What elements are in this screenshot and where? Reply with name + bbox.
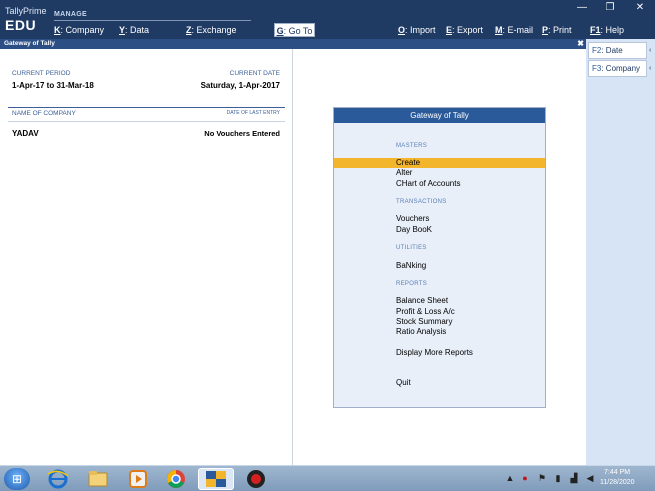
section-utilities: UTILITIES <box>396 245 427 251</box>
company-name-header: NAME OF COMPANY <box>12 110 76 117</box>
gateway-menu-title: Gateway of Tally <box>334 108 545 123</box>
divider <box>8 107 285 108</box>
ie-taskbar-button[interactable] <box>44 468 72 490</box>
menu-item-display-more-reports[interactable]: Display More Reports <box>334 348 545 358</box>
chrome-taskbar-button[interactable] <box>162 468 190 490</box>
section-masters: MASTERS <box>396 143 428 149</box>
menu-item-stock-summary[interactable]: Stock Summary <box>334 317 545 327</box>
clock-time[interactable]: 7:44 PM <box>604 469 630 476</box>
menu-item-alter[interactable]: Alter <box>334 168 545 178</box>
minimize-icon[interactable]: — <box>572 1 592 15</box>
menu-goto[interactable]: G: Go To <box>274 23 315 37</box>
screen-title-bar: Gateway of Tally ✖ <box>0 39 586 49</box>
menu-item-profit-loss[interactable]: Profit & Loss A/c <box>334 307 545 317</box>
show-hidden-icons-icon[interactable]: ▲ <box>505 472 515 484</box>
close-icon[interactable]: ✕ <box>630 1 650 15</box>
product-name: TallyPrime <box>5 6 47 16</box>
tally-icon <box>206 471 226 487</box>
divider <box>8 121 285 122</box>
last-entry-value: No Vouchers Entered <box>204 129 280 138</box>
record-tray-icon[interactable]: ● <box>520 472 530 484</box>
menu-help[interactable]: F1: Help <box>590 25 624 35</box>
menu-company[interactable]: K: Company <box>54 25 104 35</box>
menu-item-chart-of-accounts[interactable]: CHart of Accounts <box>334 179 545 189</box>
app-brand: TallyPrime EDU <box>5 6 49 33</box>
close-screen-icon[interactable]: ✖ <box>577 39 584 49</box>
section-label: MANAGE <box>54 11 87 18</box>
explorer-taskbar-button[interactable] <box>84 468 112 490</box>
clock-date[interactable]: 11/28/2020 <box>600 479 635 486</box>
tally-taskbar-button[interactable] <box>198 468 234 490</box>
folder-icon <box>88 471 108 487</box>
section-reports: REPORTS <box>396 281 427 287</box>
menu-export[interactable]: E: Export <box>446 25 483 35</box>
menu-item-banking[interactable]: BaNking <box>334 261 545 271</box>
recorder-taskbar-button[interactable] <box>242 468 270 490</box>
menu-data[interactable]: Y: Data <box>119 25 149 35</box>
volume-icon[interactable]: ◀ <box>585 472 595 484</box>
divider <box>54 20 251 21</box>
media-player-icon <box>129 470 147 488</box>
date-button[interactable]: F2: Date <box>588 42 647 59</box>
menu-item-balance-sheet[interactable]: Balance Sheet <box>334 296 545 306</box>
gateway-menu: Gateway of Tally MASTERS Create Alter CH… <box>333 107 546 408</box>
company-info-panel: CURRENT PERIOD 1-Apr-17 to 31-Mar-18 CUR… <box>0 49 293 465</box>
last-entry-header: DATE OF LAST ENTRY <box>226 110 280 116</box>
start-button[interactable]: ⊞ <box>4 468 30 490</box>
network-icon[interactable]: ▟ <box>569 472 579 484</box>
company-name[interactable]: YADAV <box>12 129 39 138</box>
menu-item-day-book[interactable]: Day BooK <box>334 225 545 235</box>
menu-item-quit[interactable]: Quit <box>334 378 545 388</box>
menu-exchange[interactable]: Z: Exchange <box>186 25 237 35</box>
current-date-label: CURRENT DATE <box>229 70 280 77</box>
title-bar: TallyPrime EDU MANAGE K: Company Y: Data… <box>0 0 655 39</box>
menu-import[interactable]: O: Import <box>398 25 436 35</box>
internet-explorer-icon <box>47 469 69 489</box>
chevron-left-icon[interactable]: ‹ <box>649 42 655 59</box>
record-icon <box>247 470 265 488</box>
current-date-value: Saturday, 1-Apr-2017 <box>200 81 280 90</box>
taskbar: ⊞ ▲ ● ⚑ ▮ ▟ ◀ 7:44 PM 11/28/2020 <box>0 465 655 491</box>
company-button[interactable]: F3: Company <box>588 60 647 77</box>
menu-item-vouchers[interactable]: Vouchers <box>334 214 545 224</box>
current-period-value: 1-Apr-17 to 31-Mar-18 <box>12 81 94 90</box>
security-icon[interactable]: ⚑ <box>537 472 547 484</box>
menu-print[interactable]: P: Print <box>542 25 572 35</box>
screen-title: Gateway of Tally <box>4 40 55 47</box>
battery-icon[interactable]: ▮ <box>553 472 563 484</box>
restore-icon[interactable]: ❐ <box>600 1 620 15</box>
chrome-icon <box>167 470 185 488</box>
current-period-label: CURRENT PERIOD <box>12 70 71 77</box>
menu-item-create[interactable]: Create <box>334 158 545 168</box>
windows-icon: ⊞ <box>11 472 23 486</box>
media-player-taskbar-button[interactable] <box>124 468 152 490</box>
menu-item-ratio-analysis[interactable]: Ratio Analysis <box>334 327 545 337</box>
section-transactions: TRANSACTIONS <box>396 199 447 205</box>
edition-label: EDU <box>5 17 37 33</box>
menu-email[interactable]: M: E-mail <box>495 25 533 35</box>
button-bar: F2: Date ‹ F3: Company ‹ <box>586 39 655 465</box>
chevron-left-icon[interactable]: ‹ <box>649 60 655 77</box>
